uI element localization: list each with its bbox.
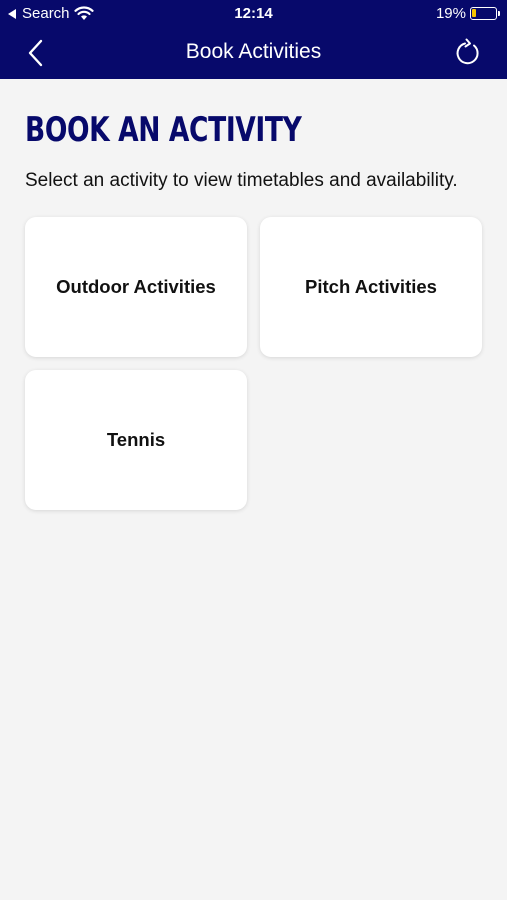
activity-card-outdoor-activities[interactable]: Outdoor Activities <box>25 217 247 357</box>
status-bar: Search 12:14 19% <box>0 0 507 28</box>
battery-icon <box>470 7 500 20</box>
activity-card-pitch-activities[interactable]: Pitch Activities <box>260 217 482 357</box>
battery-status: 19% <box>435 5 500 22</box>
page-title: Book Activities <box>185 40 322 63</box>
activity-card-label: Tennis <box>106 429 166 450</box>
status-time: 12:14 <box>234 5 273 22</box>
battery-fill <box>472 9 476 17</box>
activity-card-label: Outdoor Activities <box>56 276 216 297</box>
navigation-bar: Book Activities <box>0 28 507 79</box>
activity-card-tennis[interactable]: Tennis <box>25 370 247 510</box>
refresh-icon[interactable] <box>453 37 483 67</box>
top-bar: Search 12:14 19% Book Activities <box>0 0 507 79</box>
activity-card-label: Pitch Activities <box>305 276 437 297</box>
section-subtitle: Select an activity to view timetables an… <box>25 170 458 191</box>
battery-cap <box>498 11 500 16</box>
battery-percent: 19% <box>435 5 466 22</box>
section-heading: BOOK AN ACTIVITY <box>25 110 302 150</box>
